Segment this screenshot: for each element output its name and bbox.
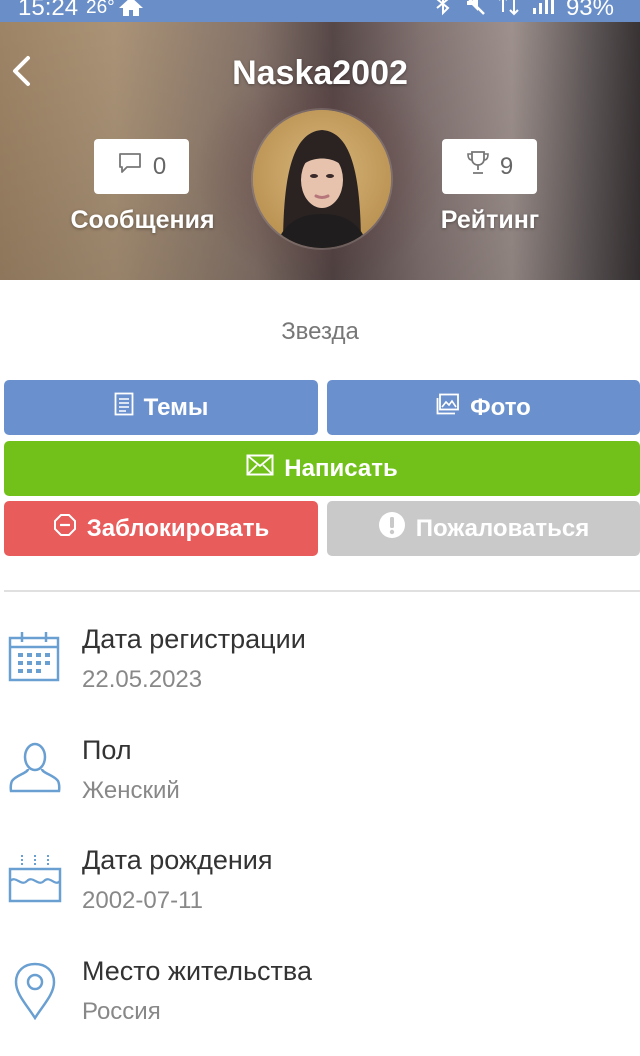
section-divider bbox=[4, 590, 640, 592]
info-registration-date: Дата регистрации 22.05.2023 bbox=[0, 624, 640, 724]
messages-label: Сообщения bbox=[70, 206, 215, 234]
trophy-icon bbox=[466, 150, 490, 183]
info-gender: Пол Женский bbox=[0, 735, 640, 835]
report-button-label: Пожаловаться bbox=[415, 514, 590, 542]
block-button[interactable]: Заблокировать bbox=[4, 501, 318, 556]
mute-icon bbox=[464, 0, 486, 22]
data-signal-icon bbox=[498, 0, 520, 22]
info-birth-date: Дата рождения 2002-07-11 bbox=[0, 845, 640, 945]
topics-button-label: Темы bbox=[143, 393, 209, 421]
location-pin-icon bbox=[8, 962, 62, 1021]
exclamation-circle-icon bbox=[378, 511, 406, 546]
user-icon bbox=[8, 741, 62, 795]
info-label: Дата регистрации bbox=[82, 624, 306, 654]
messages-count-box[interactable]: 0 bbox=[94, 139, 189, 194]
rating-label: Рейтинг bbox=[440, 206, 540, 234]
envelope-icon bbox=[246, 454, 274, 483]
photo-button-label: Фото bbox=[470, 393, 531, 421]
topics-button[interactable]: Темы bbox=[4, 380, 318, 435]
write-message-button[interactable]: Написать bbox=[4, 441, 640, 496]
cell-signal-icon bbox=[532, 0, 554, 22]
profile-username: Naska2002 bbox=[232, 54, 408, 92]
bluetooth-icon bbox=[434, 0, 452, 22]
status-time: 15:24 bbox=[18, 0, 79, 21]
info-value: 2002-07-11 bbox=[82, 887, 203, 914]
info-label: Дата рождения bbox=[82, 845, 273, 875]
document-icon bbox=[114, 392, 134, 423]
stop-octagon-icon bbox=[53, 513, 77, 544]
info-label: Пол bbox=[82, 735, 132, 765]
calendar-icon bbox=[8, 630, 62, 684]
image-icon bbox=[436, 393, 460, 422]
block-button-label: Заблокировать bbox=[86, 514, 270, 542]
info-value: Россия bbox=[82, 998, 161, 1025]
info-location: Место жительства Россия bbox=[0, 956, 640, 1056]
battery-percentage: 93% bbox=[565, 0, 614, 21]
report-button[interactable]: Пожаловаться bbox=[327, 501, 640, 556]
rating-count-box[interactable]: 9 bbox=[442, 139, 537, 194]
photo-button[interactable]: Фото bbox=[327, 380, 640, 435]
user-status: Звезда bbox=[281, 318, 359, 345]
write-button-label: Написать bbox=[284, 454, 398, 482]
avatar[interactable] bbox=[253, 110, 391, 248]
info-value: Женский bbox=[82, 777, 180, 804]
rating-count: 9 bbox=[499, 152, 514, 180]
status-bar: 15:24 26° 93% bbox=[0, 0, 640, 22]
info-label: Место жительства bbox=[82, 956, 312, 986]
home-icon bbox=[118, 0, 144, 21]
info-value: 22.05.2023 bbox=[82, 666, 203, 693]
cake-icon bbox=[8, 851, 62, 905]
status-temperature: 26° bbox=[86, 0, 115, 18]
profile-header: Naska2002 0 Сообщения 9 Рейтинг bbox=[0, 22, 640, 280]
speech-bubble-icon bbox=[117, 151, 143, 182]
messages-count: 0 bbox=[152, 152, 167, 180]
